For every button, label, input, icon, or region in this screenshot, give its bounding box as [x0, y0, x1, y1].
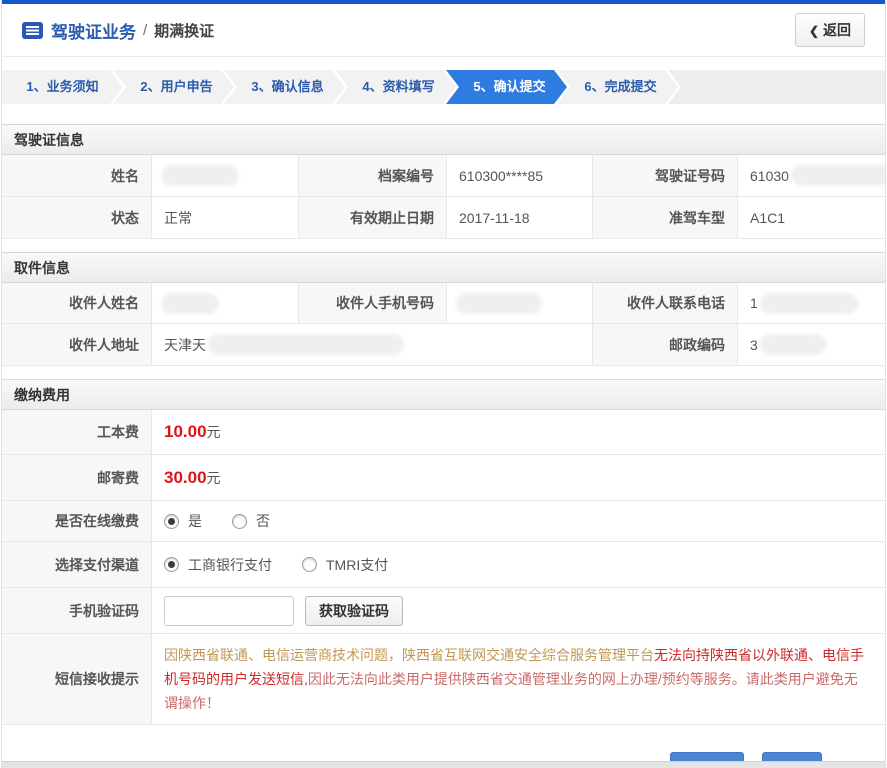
radio-selected-icon[interactable] [164, 513, 179, 529]
table-row: 短信接收提示 因陕西省联通、电信运营商技术问题，陕西省互联网交通安全综合服务管理… [2, 634, 885, 725]
field-label-pay-online: 是否在线缴费 [2, 501, 152, 541]
radio-unselected-icon[interactable] [302, 557, 317, 572]
field-label-license-number: 驾驶证号码 [593, 155, 738, 196]
step-6-finish-submit[interactable]: 6、完成提交 [557, 70, 678, 104]
field-value-recipient-address: 天津天 [152, 324, 593, 365]
get-sms-code-button[interactable]: 获取验证码 [305, 595, 403, 626]
page-header: 驾驶证业务 / 期满换证 ❮ 返回 [2, 4, 885, 57]
field-label-name: 姓名 [2, 155, 152, 196]
field-value-license-number: 61030 [738, 155, 885, 196]
redacted-value [459, 295, 539, 311]
radio-option-tmri[interactable]: TMRI支付 [302, 555, 388, 575]
value-prefix: 1 [750, 295, 758, 311]
table-row: 状态 正常 有效期止日期 2017-11-18 准驾车型 A1C1 [2, 197, 885, 239]
table-row: 收件人地址 天津天 邮政编码 3 [2, 324, 885, 366]
field-label-payment-channel: 选择支付渠道 [2, 542, 152, 587]
field-label-recipient-address: 收件人地址 [2, 324, 152, 365]
table-row: 邮寄费 30.00 元 [2, 455, 885, 501]
back-button[interactable]: ❮ 返回 [794, 13, 865, 47]
form-list-icon [22, 21, 43, 39]
field-value-status: 正常 [152, 197, 299, 238]
field-label-recipient-name: 收件人姓名 [2, 283, 152, 323]
field-value-postage-fee: 30.00 元 [152, 455, 885, 500]
field-label-vehicle-class: 准驾车型 [593, 197, 738, 238]
redacted-value [164, 295, 216, 311]
field-value-recipient-name [152, 283, 299, 323]
field-label-recipient-phone: 收件人联系电话 [593, 283, 738, 323]
redacted-value [762, 295, 855, 311]
field-value-production-fee: 10.00 元 [152, 410, 885, 454]
value-prefix: 天津天 [164, 336, 206, 353]
fee-unit: 元 [206, 469, 221, 486]
step-wizard: 1、业务须知 2、用户申告 3、确认信息 4、资料填写 5、确认提交 6、完成提… [2, 70, 885, 104]
step-4-fill-data[interactable]: 4、资料填写 [335, 70, 456, 104]
notice-segment: 因陕西省联通、电信运营商技术问题，陕西省互联网交通安全综合服务管理平台 [164, 647, 654, 663]
radio-label: TMRI支付 [326, 556, 389, 573]
sms-code-input[interactable] [164, 595, 294, 626]
fee-unit: 元 [206, 424, 221, 440]
radio-selected-icon[interactable] [164, 557, 179, 572]
fee-amount: 30.00 [164, 467, 207, 487]
section-title-pickup-info: 取件信息 [2, 252, 885, 283]
breadcrumb-divider: / [143, 21, 148, 39]
pay-online-options: 是 否 [152, 501, 885, 541]
fee-amount: 10.00 [164, 422, 207, 441]
radio-label: 是 [188, 513, 202, 529]
section-title-fees: 缴纳费用 [2, 379, 885, 410]
field-value-recipient-mobile [447, 283, 593, 323]
radio-unselected-icon[interactable] [232, 513, 247, 529]
redacted-value [211, 337, 401, 352]
section-title-license-info: 驾驶证信息 [2, 124, 885, 155]
field-value-valid-until: 2017-11-18 [447, 197, 593, 238]
radio-option-no[interactable]: 否 [232, 511, 270, 531]
redacted-value [762, 337, 823, 352]
back-button-label: 返回 [823, 22, 851, 38]
table-row: 选择支付渠道 工商银行支付 TMRI支付 [2, 542, 885, 588]
field-label-sms-notice: 短信接收提示 [2, 634, 152, 724]
page: 驾驶证业务 / 期满换证 ❮ 返回 1、业务须知 2、用户申告 3、确认信息 4、… [1, 0, 886, 768]
step-3-confirm-info[interactable]: 3、确认信息 [224, 70, 345, 104]
step-1-business-notice[interactable]: 1、业务须知 [2, 70, 123, 104]
value-prefix: 61030 [750, 167, 789, 184]
field-label-file-number: 档案编号 [299, 155, 447, 196]
field-value-vehicle-class: A1C1 [738, 197, 885, 238]
field-label-valid-until: 有效期止日期 [299, 197, 447, 238]
bottom-strip [2, 761, 885, 768]
field-label-postage-fee: 邮寄费 [2, 455, 152, 500]
table-row: 姓名 档案编号 610300****85 驾驶证号码 61030 [2, 155, 885, 197]
chevron-left-icon: ❮ [808, 24, 819, 38]
field-label-postal-code: 邮政编码 [593, 324, 738, 365]
radio-option-icbc[interactable]: 工商银行支付 [164, 555, 272, 575]
table-row: 工本费 10.00 元 [2, 410, 885, 455]
field-label-production-fee: 工本费 [2, 410, 152, 454]
radio-label: 工商银行支付 [188, 556, 272, 573]
redacted-value [793, 168, 885, 183]
sms-notice-text: 因陕西省联通、电信运营商技术问题，陕西省互联网交通安全综合服务管理平台无法向持陕… [152, 634, 885, 724]
field-value-recipient-phone: 1 [738, 283, 885, 323]
field-label-status: 状态 [2, 197, 152, 238]
step-5-confirm-submit[interactable]: 5、确认提交 [446, 70, 567, 104]
field-value-postal-code: 3 [738, 324, 885, 365]
field-value-name [152, 155, 299, 196]
field-label-recipient-mobile: 收件人手机号码 [299, 283, 447, 323]
breadcrumb-current: 期满换证 [154, 22, 215, 40]
page-title: 驾驶证业务 [51, 22, 136, 42]
table-row: 手机验证码 获取验证码 [2, 588, 885, 634]
payment-channel-options: 工商银行支付 TMRI支付 [152, 542, 885, 587]
step-2-user-declaration[interactable]: 2、用户申告 [113, 70, 234, 104]
field-label-sms-code: 手机验证码 [2, 588, 152, 633]
redacted-value [164, 168, 236, 183]
radio-option-yes[interactable]: 是 [164, 511, 202, 531]
table-row: 是否在线缴费 是 否 [2, 501, 885, 542]
value-prefix: 3 [750, 336, 758, 353]
notice-paragraph: 因陕西省联通、电信运营商技术问题，陕西省互联网交通安全综合服务管理平台无法向持陕… [152, 634, 885, 724]
step-wizard-filler [668, 70, 885, 104]
table-row: 收件人姓名 收件人手机号码 收件人联系电话 1 [2, 283, 885, 324]
radio-label: 否 [256, 513, 270, 529]
field-value-file-number: 610300****85 [447, 155, 593, 196]
sms-code-field: 获取验证码 [152, 588, 885, 633]
